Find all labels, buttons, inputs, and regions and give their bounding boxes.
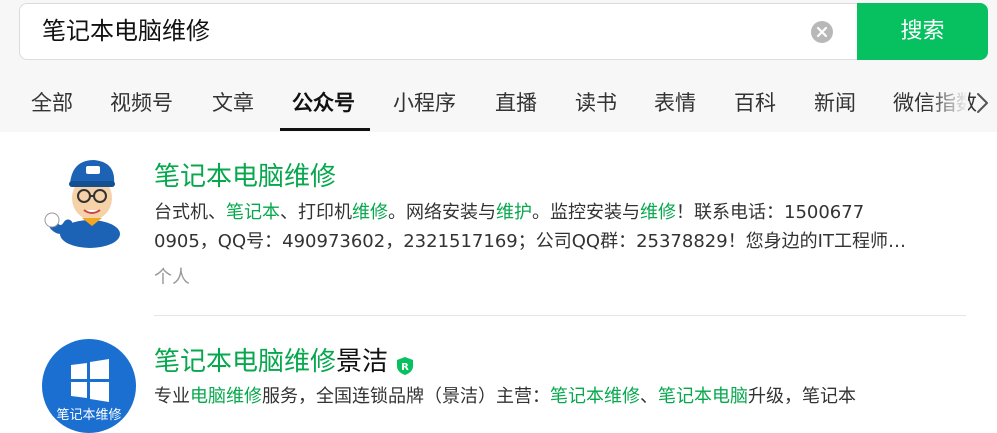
tab-encyclopedia[interactable]: 百科 — [734, 74, 776, 132]
result-description: 专业电脑维修服务，全国连锁品牌（景洁）主营：笔记本维修、笔记本电脑升级，笔记本 — [154, 382, 966, 411]
tab-official-accounts[interactable]: 公众号 — [292, 74, 355, 132]
desc-highlight: 笔记本电脑 — [658, 386, 748, 407]
tab-live[interactable]: 直播 — [495, 74, 537, 132]
active-tab-indicator — [280, 128, 370, 131]
search-button[interactable]: 搜索 — [857, 3, 988, 60]
desc-highlight: 笔记本维修 — [550, 386, 640, 407]
tab-all[interactable]: 全部 — [31, 74, 73, 132]
result-divider — [154, 315, 966, 316]
result-title[interactable]: 笔记本电脑维修景洁 R — [154, 341, 414, 378]
desc-text: 升级，笔记本 — [748, 386, 856, 407]
account-type-label: 个人 — [154, 267, 190, 288]
tab-channels[interactable]: 视频号 — [110, 74, 173, 132]
desc-text: ！联系电话：1500677 — [676, 202, 865, 223]
verified-badge-text: R — [401, 362, 409, 373]
verified-badge-icon: R — [396, 353, 414, 375]
desc-text: 服务，全国连锁品牌（景洁）主营： — [262, 386, 550, 407]
tab-stickers[interactable]: 表情 — [654, 74, 696, 132]
result-title-text: 笔记本电脑维修 — [154, 162, 337, 192]
desc-text: 。网络安装与 — [388, 202, 496, 223]
desc-highlight: 维护 — [496, 202, 532, 223]
tab-bar: 全部 视频号 文章 公众号 小程序 直播 读书 表情 百科 新闻 微信指数 — [0, 74, 997, 132]
desc-highlight: 电脑维修 — [190, 386, 262, 407]
tab-mini-programs[interactable]: 小程序 — [393, 74, 456, 132]
desc-highlight: 笔记本 — [226, 202, 280, 223]
avatar-text: 笔记本维修 — [56, 407, 121, 423]
tab-fade — [928, 74, 968, 132]
desc-text: 专业 — [154, 386, 190, 407]
desc-line-2: 0905，QQ号：490973602，2321517169；公司QQ群：2537… — [154, 231, 906, 252]
desc-text: 台式机、 — [154, 202, 226, 223]
search-box[interactable]: 笔记本电脑维修 — [19, 3, 859, 60]
clear-icon[interactable] — [811, 21, 833, 43]
result-title-text: 笔记本电脑维修 — [154, 347, 337, 377]
avatar-repairman[interactable] — [42, 154, 136, 248]
result-title-suffix: 景洁 — [336, 347, 389, 377]
result-description: 台式机、笔记本、打印机维修。网络安装与维护。监控安装与维修！联系电话：15006… — [154, 198, 966, 256]
result-title[interactable]: 笔记本电脑维修 — [154, 156, 336, 193]
desc-text: 、打印机 — [280, 202, 352, 223]
desc-text: 、 — [640, 386, 658, 407]
desc-highlight: 维修 — [640, 202, 676, 223]
desc-text: 。监控安装与 — [532, 202, 640, 223]
tab-news[interactable]: 新闻 — [814, 74, 856, 132]
desc-highlight: 维修 — [352, 202, 388, 223]
search-input[interactable]: 笔记本电脑维修 — [42, 4, 210, 59]
chevron-right-icon[interactable] — [970, 91, 994, 115]
avatar-windows-logo[interactable]: 笔记本维修 — [42, 339, 136, 433]
tab-articles[interactable]: 文章 — [212, 74, 254, 132]
tab-reading[interactable]: 读书 — [575, 74, 617, 132]
